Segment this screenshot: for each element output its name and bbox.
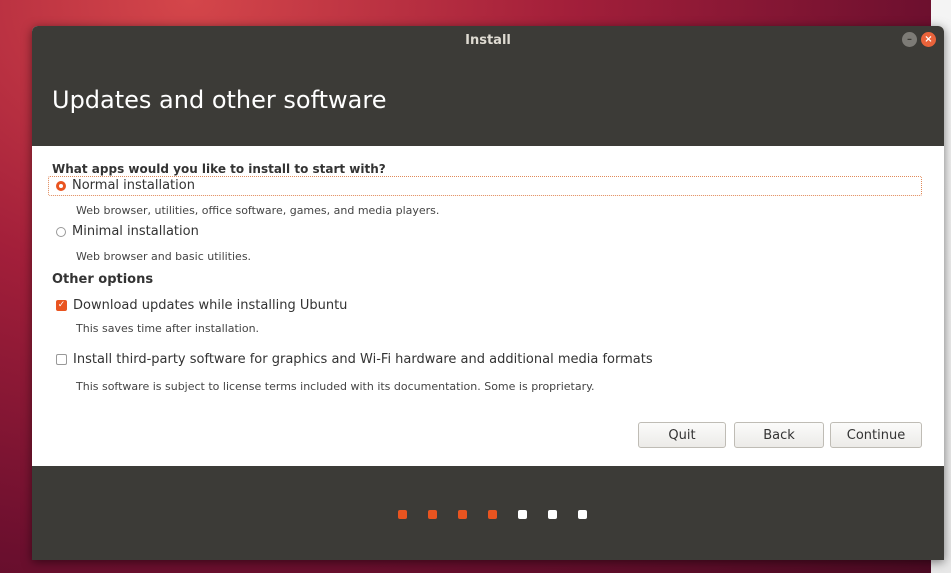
window-title: Install	[465, 32, 511, 48]
normal-installation-label: Normal installation	[72, 178, 195, 193]
radio-unselected-icon	[56, 226, 66, 237]
progress-dot	[428, 510, 437, 519]
third-party-checkbox[interactable]: Install third-party software for graphic…	[56, 352, 653, 367]
download-updates-label: Download updates while installing Ubuntu	[73, 298, 348, 313]
progress-dot	[488, 510, 497, 519]
page-title: Updates and other software	[52, 86, 387, 114]
minimize-icon[interactable]: –	[902, 32, 917, 47]
progress-dot	[548, 510, 557, 519]
other-options-heading: Other options	[52, 272, 154, 287]
progress-footer	[32, 466, 944, 560]
minimal-installation-radio[interactable]: Minimal installation	[56, 224, 199, 239]
progress-dot	[518, 510, 527, 519]
checkbox-checked-icon: ✓	[56, 300, 67, 311]
quit-button[interactable]: Quit	[638, 422, 726, 448]
progress-dot	[458, 510, 467, 519]
window-controls: – ×	[902, 32, 936, 47]
main-content: What apps would you like to install to s…	[32, 146, 944, 466]
third-party-desc: This software is subject to license term…	[76, 380, 595, 393]
continue-button[interactable]: Continue	[830, 422, 922, 448]
installer-window: Install – × Updates and other software W…	[32, 26, 944, 560]
back-button[interactable]: Back	[734, 422, 824, 448]
minimal-installation-label: Minimal installation	[72, 224, 199, 239]
progress-dot	[578, 510, 587, 519]
normal-installation-desc: Web browser, utilities, office software,…	[76, 204, 440, 217]
minimal-installation-desc: Web browser and basic utilities.	[76, 250, 252, 263]
page-header: Updates and other software	[32, 54, 944, 146]
download-updates-desc: This saves time after installation.	[76, 322, 260, 335]
checkbox-unchecked-icon	[56, 354, 67, 365]
progress-dot	[398, 510, 407, 519]
third-party-label: Install third-party software for graphic…	[73, 352, 653, 367]
close-icon[interactable]: ×	[921, 32, 936, 47]
radio-selected-icon	[56, 180, 66, 191]
normal-installation-radio[interactable]: Normal installation	[56, 178, 195, 193]
download-updates-checkbox[interactable]: ✓ Download updates while installing Ubun…	[56, 298, 347, 313]
window-titlebar: Install – ×	[32, 26, 944, 54]
progress-dots	[398, 510, 587, 519]
install-question: What apps would you like to install to s…	[52, 162, 386, 176]
